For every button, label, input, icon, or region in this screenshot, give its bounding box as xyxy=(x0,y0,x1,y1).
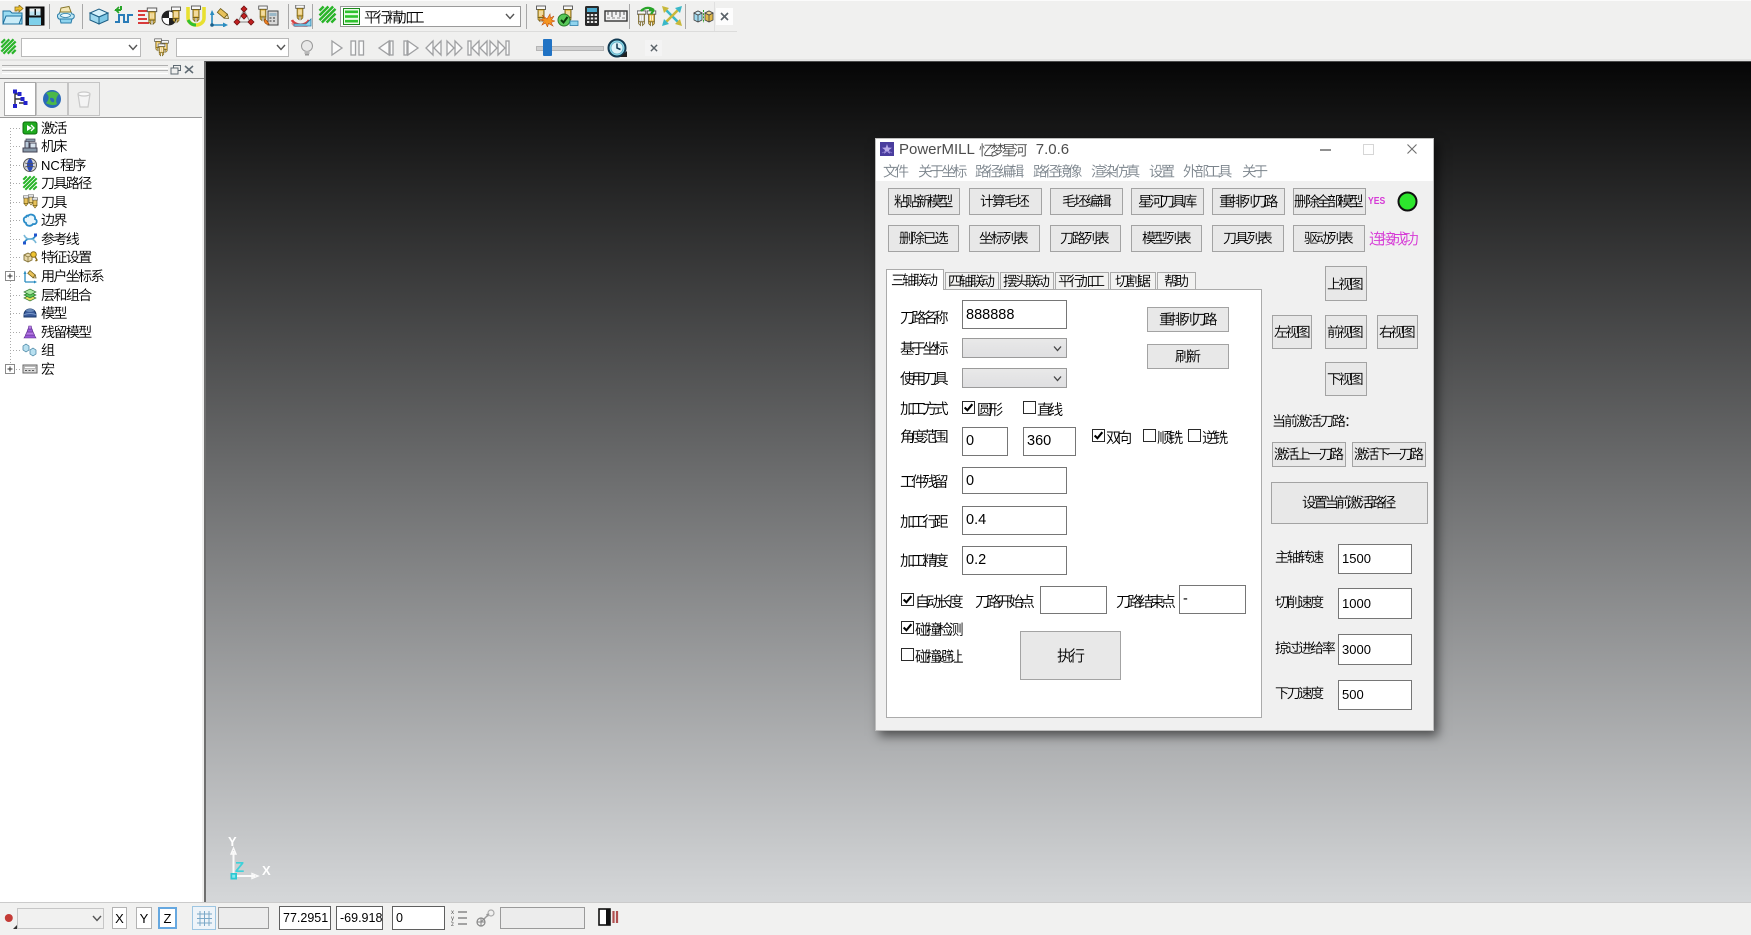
svg-text:Y: Y xyxy=(228,834,237,849)
svg-text:X: X xyxy=(262,863,271,878)
svg-text:z: z xyxy=(451,922,454,927)
